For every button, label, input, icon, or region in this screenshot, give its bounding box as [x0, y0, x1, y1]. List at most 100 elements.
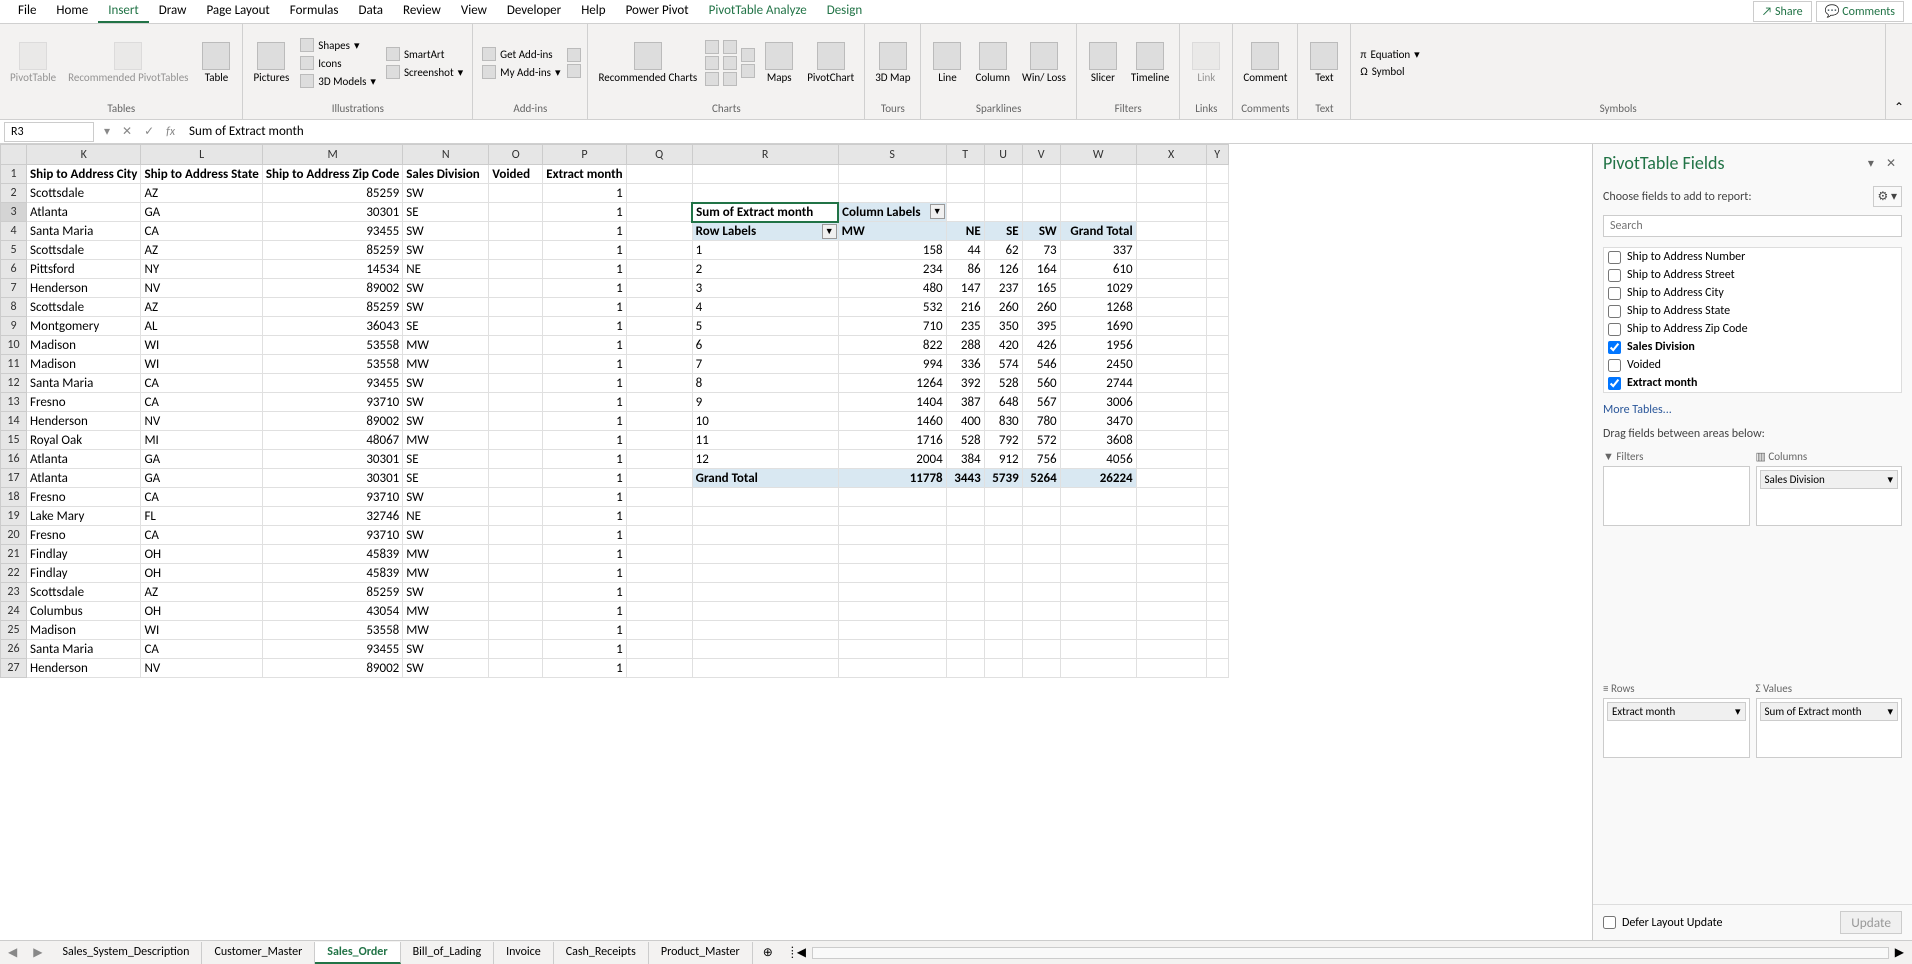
cell[interactable]: 1	[543, 431, 626, 450]
cell[interactable]: NE	[403, 507, 489, 526]
field-item[interactable]: Ship to Address Street	[1604, 266, 1901, 284]
cell[interactable]	[626, 355, 692, 374]
cell[interactable]: MW	[403, 545, 489, 564]
cell[interactable]: 1	[543, 317, 626, 336]
cell[interactable]: 89002	[262, 279, 402, 298]
field-checkbox[interactable]	[1608, 323, 1621, 336]
cell[interactable]	[1022, 203, 1060, 222]
people-graph-icon[interactable]	[567, 64, 581, 78]
cell[interactable]: 93455	[262, 374, 402, 393]
field-item[interactable]: Voided	[1604, 356, 1901, 374]
cell[interactable]	[838, 621, 946, 640]
cell[interactable]	[489, 222, 543, 241]
cell[interactable]: 830	[984, 412, 1022, 431]
cell[interactable]	[626, 260, 692, 279]
cell[interactable]: SE	[403, 450, 489, 469]
cell[interactable]: SW	[403, 298, 489, 317]
cell[interactable]: 756	[1022, 450, 1060, 469]
field-checkbox[interactable]	[1608, 305, 1621, 318]
cell[interactable]: 1956	[1060, 336, 1136, 355]
cell[interactable]	[1136, 222, 1206, 241]
cell[interactable]: AZ	[141, 184, 262, 203]
tab-nav-next-icon[interactable]: ▶	[25, 945, 50, 960]
sparkline-winloss-button[interactable]: Win/ Loss	[1018, 40, 1070, 86]
col-header-X[interactable]: X	[1136, 145, 1206, 165]
menu-help[interactable]: Help	[571, 0, 615, 23]
cell[interactable]: 480	[838, 279, 946, 298]
cell[interactable]: 93710	[262, 488, 402, 507]
cell[interactable]	[946, 640, 984, 659]
cell[interactable]	[984, 640, 1022, 659]
field-item[interactable]: Sales Division	[1604, 338, 1901, 356]
cell[interactable]: 1	[692, 241, 838, 260]
cell[interactable]	[838, 640, 946, 659]
cell[interactable]: 994	[838, 355, 946, 374]
cell[interactable]: 532	[838, 298, 946, 317]
cell[interactable]: Grand Total	[692, 469, 838, 488]
cell[interactable]: 73	[1022, 241, 1060, 260]
cell[interactable]: Scottsdale	[27, 583, 141, 602]
cell[interactable]	[1136, 203, 1206, 222]
cell[interactable]: MW	[838, 222, 946, 241]
cell[interactable]: SW	[403, 184, 489, 203]
columns-dropzone[interactable]: Sales Division▾	[1756, 466, 1903, 526]
cell[interactable]	[1136, 393, 1206, 412]
cell[interactable]	[838, 184, 946, 203]
cell[interactable]	[838, 488, 946, 507]
cell[interactable]	[489, 374, 543, 393]
cell[interactable]: 1	[543, 659, 626, 678]
row-header[interactable]: 11	[1, 355, 27, 374]
chart-type-icon[interactable]	[705, 40, 719, 54]
cell[interactable]	[626, 336, 692, 355]
cell[interactable]	[1022, 488, 1060, 507]
cell[interactable]	[838, 583, 946, 602]
cell[interactable]: Madison	[27, 336, 141, 355]
cell[interactable]: NY	[141, 260, 262, 279]
cell[interactable]	[984, 602, 1022, 621]
cell[interactable]	[489, 507, 543, 526]
col-header-M[interactable]: M	[262, 145, 402, 165]
sheet-tab[interactable]: Cash_Receipts	[554, 942, 649, 964]
cell[interactable]: 1460	[838, 412, 946, 431]
cell[interactable]: 235	[946, 317, 984, 336]
cell[interactable]: FL	[141, 507, 262, 526]
equation-button[interactable]: π Equation ▾	[1357, 47, 1422, 62]
cell[interactable]: 392	[946, 374, 984, 393]
cell[interactable]	[489, 488, 543, 507]
row-header[interactable]: 13	[1, 393, 27, 412]
cell[interactable]	[626, 431, 692, 450]
formula-input[interactable]	[181, 122, 1912, 141]
cell[interactable]: 11	[692, 431, 838, 450]
cell[interactable]: 85259	[262, 184, 402, 203]
cell[interactable]	[489, 317, 543, 336]
cell[interactable]	[1136, 317, 1206, 336]
cell[interactable]: 93710	[262, 526, 402, 545]
cell[interactable]: Royal Oak	[27, 431, 141, 450]
cell[interactable]: Atlanta	[27, 450, 141, 469]
cell[interactable]	[1022, 507, 1060, 526]
cell[interactable]	[626, 298, 692, 317]
cell[interactable]	[984, 184, 1022, 203]
cell[interactable]: 5739	[984, 469, 1022, 488]
cell[interactable]: Henderson	[27, 412, 141, 431]
cell[interactable]	[946, 488, 984, 507]
cell[interactable]: SW	[403, 640, 489, 659]
cell[interactable]: MI	[141, 431, 262, 450]
cell[interactable]	[984, 659, 1022, 678]
recommended-charts-button[interactable]: Recommended Charts	[594, 40, 701, 86]
cell[interactable]: MW	[403, 336, 489, 355]
cell[interactable]	[489, 564, 543, 583]
cell[interactable]: 1716	[838, 431, 946, 450]
cell[interactable]: Fresno	[27, 488, 141, 507]
cell[interactable]	[692, 507, 838, 526]
menu-power-pivot[interactable]: Power Pivot	[616, 0, 699, 23]
row-header[interactable]: 7	[1, 279, 27, 298]
cell[interactable]: 546	[1022, 355, 1060, 374]
cell[interactable]: 3470	[1060, 412, 1136, 431]
cell[interactable]	[1060, 526, 1136, 545]
col-header-S[interactable]: S	[838, 145, 946, 165]
cell[interactable]: 30301	[262, 450, 402, 469]
select-all-corner[interactable]	[1, 145, 27, 165]
cell[interactable]: 86	[946, 260, 984, 279]
cell[interactable]	[946, 564, 984, 583]
